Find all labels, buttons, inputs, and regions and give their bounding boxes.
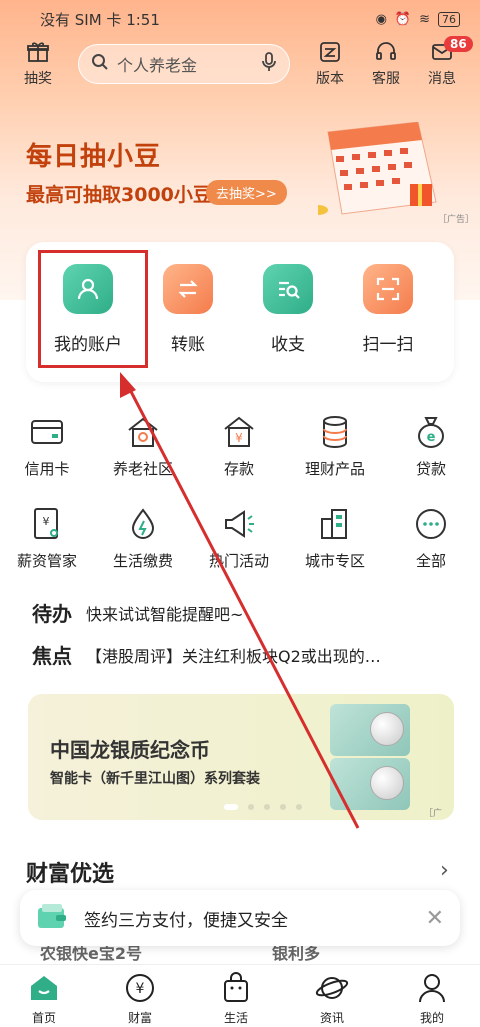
lottery-button[interactable]: 抽奖	[10, 40, 66, 88]
service-all[interactable]: 全部	[384, 504, 478, 571]
tab-home[interactable]: 首页	[4, 971, 84, 1026]
home-icon	[4, 971, 84, 1005]
service-salary[interactable]: ¥ 薪资管家	[0, 504, 94, 571]
wallet-icon	[36, 902, 68, 935]
quick-action-scan[interactable]: 扫一扫	[338, 264, 438, 355]
close-icon[interactable]: ✕	[426, 906, 444, 931]
svg-text:¥: ¥	[43, 515, 50, 528]
city-icon	[288, 504, 382, 544]
carrier-time: 没有 SIM 卡 1:51	[40, 10, 160, 29]
banner-subtitle: 智能卡（新千里江山图）系列套装	[50, 771, 260, 787]
message-label: 消息	[428, 71, 456, 87]
bottom-tab-bar: 首页 ¥ 财富 生活 资讯 我的	[0, 964, 480, 1027]
wifi-icon: ≋	[419, 11, 430, 27]
service-wealth-product[interactable]: 理财产品	[288, 412, 382, 479]
focus-tag: 焦点	[32, 644, 72, 668]
service-deposit[interactable]: ¥ 存款	[192, 412, 286, 479]
credit-card-icon	[0, 412, 94, 452]
eye-icon: ◉	[375, 11, 387, 27]
tab-life[interactable]: 生活	[196, 971, 276, 1026]
megaphone-icon	[192, 504, 286, 544]
carousel-dots	[224, 804, 302, 810]
search-placeholder: 个人养老金	[117, 56, 198, 75]
search-input[interactable]: 个人养老金	[78, 44, 290, 84]
service-hot-activity[interactable]: 热门活动	[192, 504, 286, 571]
service-loan[interactable]: e 贷款	[384, 412, 478, 479]
search-icon	[91, 53, 109, 75]
coin-image	[370, 712, 404, 746]
status-bar: 没有 SIM 卡 1:51 ◉ ⏰ ≋ 76	[40, 8, 460, 30]
user-icon	[392, 971, 472, 1005]
banner-ad-tag: ［广告］	[424, 809, 443, 819]
quick-action-income-expense[interactable]: 收支	[238, 264, 338, 355]
scan-icon	[363, 264, 413, 314]
svg-text:e: e	[427, 430, 436, 445]
chevron-right-icon[interactable]: ›	[440, 858, 449, 883]
payment-toast[interactable]: 签约三方支付，便捷又安全 ✕	[20, 890, 460, 946]
toast-text: 签约三方支付，便捷又安全	[84, 910, 288, 931]
lottery-label: 抽奖	[24, 71, 52, 87]
battery-icon: 76	[438, 11, 460, 27]
promo-ad-tag: ［广告］	[438, 215, 475, 225]
wealth-product-icon	[288, 412, 382, 452]
top-bar: 抽奖 个人养老金 版本 客服 消息 86	[0, 36, 480, 96]
gift-icon	[10, 40, 66, 68]
svg-text:¥: ¥	[136, 981, 145, 997]
utility-icon	[96, 504, 190, 544]
service-pension-community[interactable]: 养老社区	[96, 412, 190, 479]
version-icon	[302, 40, 358, 68]
calendar-illustration	[308, 121, 438, 215]
coin-card-image	[330, 758, 410, 810]
message-button[interactable]: 消息 86	[414, 36, 473, 88]
focus-row[interactable]: 焦点 【港股周评】关注红利板块Q2或出现的…	[32, 640, 381, 669]
quick-action-label: 收支	[271, 335, 305, 355]
microphone-icon[interactable]	[261, 51, 277, 77]
shopping-bag-icon	[196, 971, 276, 1005]
service-label: 客服	[372, 71, 400, 87]
service-credit-card[interactable]: 信用卡	[0, 412, 94, 479]
transfer-icon	[163, 264, 213, 314]
tab-wealth[interactable]: ¥ 财富	[100, 971, 180, 1026]
annotation-highlight-box	[38, 250, 148, 368]
quick-action-label: 扫一扫	[362, 335, 414, 355]
pension-community-icon	[96, 412, 190, 452]
tab-mine[interactable]: 我的	[392, 971, 472, 1026]
commemorative-coin-banner[interactable]: 中国龙银质纪念币 智能卡（新千里江山图）系列套装 ［广告］	[28, 694, 454, 820]
todo-row[interactable]: 待办 快来试试智能提醒吧~	[32, 598, 243, 627]
banner-title: 中国龙银质纪念币	[50, 738, 210, 762]
coin-card-image	[330, 704, 410, 756]
alarm-icon: ⏰	[394, 11, 412, 27]
tab-news[interactable]: 资讯	[292, 971, 372, 1026]
planet-icon	[292, 971, 372, 1005]
coin-image	[370, 766, 404, 800]
service-utility[interactable]: 生活缴费	[96, 504, 190, 571]
salary-icon: ¥	[0, 504, 94, 544]
loan-icon: e	[384, 412, 478, 452]
version-button[interactable]: 版本	[302, 40, 358, 88]
message-badge: 86	[444, 36, 473, 52]
promo-title[interactable]: 每日抽小豆	[26, 136, 161, 173]
service-city-zone[interactable]: 城市专区	[288, 504, 382, 571]
deposit-icon: ¥	[192, 412, 286, 452]
focus-text: 【港股周评】关注红利板块Q2或出现的…	[86, 646, 381, 666]
svg-text:¥: ¥	[235, 431, 243, 445]
service-button[interactable]: 客服	[358, 40, 414, 88]
headset-icon	[358, 40, 414, 68]
quick-action-label: 转账	[171, 335, 205, 355]
income-expense-icon	[263, 264, 313, 314]
promo-draw-button[interactable]: 去抽奖>>	[206, 180, 287, 205]
version-label: 版本	[316, 71, 344, 87]
todo-tag: 待办	[32, 602, 72, 626]
wealth-section-title: 财富优选	[26, 862, 115, 887]
todo-text: 快来试试智能提醒吧~	[86, 604, 244, 624]
more-icon	[384, 504, 478, 544]
promo-subtitle: 最高可抽取3000小豆	[26, 184, 212, 206]
yuan-icon: ¥	[100, 971, 180, 1005]
quick-action-transfer[interactable]: 转账	[138, 264, 238, 355]
